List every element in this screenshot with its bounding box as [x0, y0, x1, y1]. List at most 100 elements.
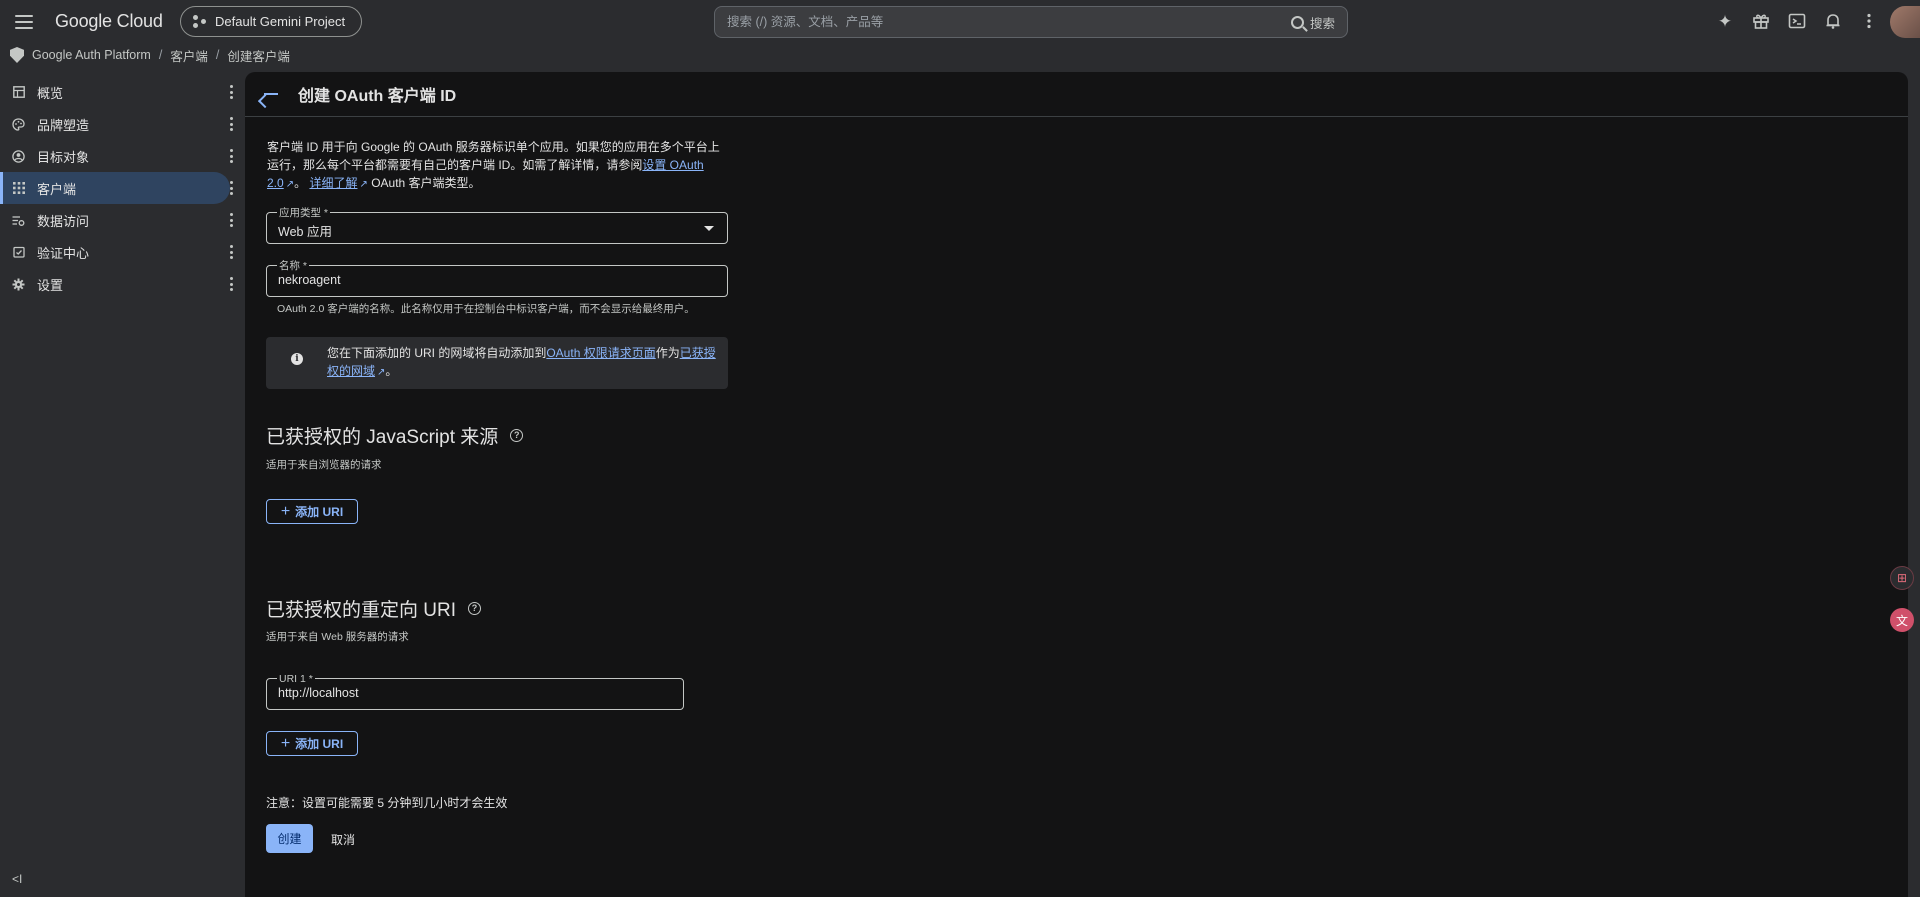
dropdown-arrow-icon — [704, 226, 714, 231]
translate-icon[interactable]: 文 — [1890, 608, 1914, 632]
breadcrumb: Google Auth Platform / 客户端 / 创建客户端 — [10, 46, 290, 64]
project-picker-button[interactable]: Default Gemini Project — [180, 6, 362, 37]
search-button[interactable]: 搜索 — [1290, 13, 1335, 32]
js-origins-title: 已获授权的 JavaScript 来源 — [266, 427, 499, 448]
search-input[interactable] — [727, 15, 1227, 29]
application-type-label: 应用类型 * — [277, 207, 331, 219]
sidebar-item-data-access[interactable]: 数据访问 — [0, 204, 245, 236]
info-text-end: 。 — [385, 364, 398, 378]
info-text: 您在下面添加的 URI 的网域将自动添加到OAuth 权限请求页面作为已获授权的… — [327, 344, 717, 382]
account-circle-icon — [12, 149, 25, 163]
intro-separator: 。 — [294, 176, 307, 190]
help-icon[interactable]: ? — [468, 602, 482, 615]
intro-tail: OAuth 客户端类型。 — [371, 176, 481, 190]
sidebar-item-more-icon[interactable] — [229, 181, 233, 195]
sidebar-item-clients[interactable]: 客户端 — [0, 172, 233, 204]
sidebar-item-label: 客户端 — [37, 181, 77, 197]
info-box: i 您在下面添加的 URI 的网域将自动添加到OAuth 权限请求页面作为已获授… — [266, 337, 728, 389]
application-type-value: Web 应用 — [278, 225, 332, 239]
more-options-icon[interactable] — [1858, 10, 1880, 32]
sidebar-item-more-icon[interactable] — [229, 117, 233, 131]
name-hint: OAuth 2.0 客户端的名称。此名称仅用于在控制台中标识客户端，而不会显示给… — [277, 303, 695, 315]
plus-icon: + — [280, 502, 291, 520]
info-text-lead: 您在下面添加的 URI 的网域将自动添加到 — [327, 346, 547, 360]
hamburger-menu-icon[interactable] — [12, 10, 36, 34]
apps-grid-icon — [12, 182, 25, 195]
top-bar: Google Cloud Default Gemini Project 搜索 ✦ — [0, 0, 1920, 44]
sidebar-item-branding[interactable]: 品牌塑造 — [0, 108, 245, 140]
info-text-mid: 作为 — [655, 346, 680, 360]
sidebar-item-more-icon[interactable] — [229, 277, 233, 291]
uri-1-field[interactable]: URI 1 * — [266, 673, 684, 710]
sidebar-item-more-icon[interactable] — [229, 85, 233, 99]
sidebar-item-label: 数据访问 — [37, 213, 90, 229]
sidebar-item-label: 目标对象 — [37, 149, 90, 165]
sidebar-item-more-icon[interactable] — [229, 245, 233, 259]
uri-1-input[interactable] — [278, 686, 678, 700]
js-origins-subtitle: 适用于来自浏览器的请求 — [266, 459, 382, 471]
account-avatar[interactable] — [1890, 6, 1920, 38]
cancel-button[interactable]: 取消 — [331, 831, 355, 848]
main-panel: 创建 OAuth 客户端 ID 客户端 ID 用于向 Google 的 OAut… — [245, 72, 1908, 897]
shield-icon — [10, 47, 24, 63]
top-icon-group: ✦ — [1714, 10, 1880, 32]
breadcrumb-item-platform[interactable]: Google Auth Platform — [32, 48, 151, 62]
application-type-select[interactable]: 应用类型 * Web 应用 — [266, 207, 728, 244]
collapse-sidebar-icon[interactable]: <I — [12, 872, 22, 886]
help-icon[interactable]: ? — [510, 429, 524, 442]
widget-add-icon[interactable]: ⊞ — [1890, 566, 1914, 590]
search-button-label: 搜索 — [1309, 16, 1335, 31]
gear-icon — [12, 278, 25, 291]
breadcrumb-item-create-client: 创建客户端 — [227, 49, 290, 64]
redirect-uris-title: 已获授权的重定向 URI — [266, 600, 457, 621]
breadcrumb-item-clients[interactable]: 客户端 — [170, 46, 208, 65]
sidebar-item-label: 验证中心 — [37, 245, 90, 261]
data-settings-icon — [12, 214, 25, 227]
name-label: 名称 * — [277, 260, 310, 272]
sidebar-item-verification-center[interactable]: 验证中心 — [0, 236, 245, 268]
breadcrumb-separator: / — [215, 48, 220, 62]
create-button[interactable]: 创建 — [266, 824, 313, 853]
project-name: Default Gemini Project — [215, 14, 346, 29]
sidebar-item-more-icon[interactable] — [229, 149, 233, 163]
oauth-consent-screen-link[interactable]: OAuth 权限请求页面 — [546, 346, 655, 360]
palette-icon — [12, 117, 25, 131]
search-bar[interactable]: 搜索 — [714, 6, 1348, 38]
project-hub-icon — [193, 14, 207, 29]
sidebar-item-audience[interactable]: 目标对象 — [0, 140, 245, 172]
back-arrow-icon[interactable] — [262, 85, 280, 103]
cloud-shell-terminal-icon[interactable] — [1786, 10, 1808, 32]
redirect-uris-heading: 已获授权的重定向 URI ? — [266, 595, 482, 622]
google-cloud-logo[interactable]: Google Cloud — [55, 11, 163, 32]
create-client-form: 客户端 ID 用于向 Google 的 OAuth 服务器标识单个应用。如果您的… — [267, 138, 737, 194]
info-icon: i — [291, 353, 303, 365]
name-input[interactable] — [278, 273, 678, 287]
name-field[interactable]: 名称 * — [266, 260, 728, 297]
search-icon — [1290, 15, 1304, 29]
verified-icon — [12, 246, 25, 259]
breadcrumb-separator: / — [158, 48, 163, 62]
propagation-note: 注意：设置可能需要 5 分钟到几小时才会生效 — [266, 796, 508, 810]
sidebar-item-label: 设置 — [37, 277, 64, 293]
uri-1-label: URI 1 * — [277, 673, 315, 685]
add-js-origin-uri-button[interactable]: + 添加 URI — [266, 499, 358, 524]
redirect-uris-subtitle: 适用于来自 Web 服务器的请求 — [266, 631, 409, 643]
learn-more-link[interactable]: 详细了解 — [309, 176, 357, 190]
sidebar-item-settings[interactable]: 设置 — [0, 268, 245, 300]
js-origins-heading: 已获授权的 JavaScript 来源 ? — [266, 422, 524, 449]
notifications-bell-icon[interactable] — [1822, 10, 1844, 32]
plus-icon: + — [280, 734, 291, 752]
sidebar-item-more-icon[interactable] — [229, 213, 233, 227]
external-link-icon: ↗ — [359, 179, 368, 190]
page-title: 创建 OAuth 客户端 ID — [298, 88, 457, 105]
external-link-icon: ↗ — [285, 179, 295, 190]
sidebar-nav: 概览 品牌塑造 目标对象 客户端 数据访问 验证中心 设置 — [0, 76, 245, 300]
gemini-sparkle-icon[interactable]: ✦ — [1714, 10, 1736, 32]
sidebar-item-label: 概览 — [37, 85, 64, 101]
sidebar-item-label: 品牌塑造 — [37, 117, 90, 133]
add-uri-label: 添加 URI — [295, 737, 344, 751]
add-redirect-uri-button[interactable]: + 添加 URI — [266, 731, 358, 756]
sidebar-item-overview[interactable]: 概览 — [0, 76, 245, 108]
gift-icon[interactable] — [1750, 10, 1772, 32]
intro-paragraph: 客户端 ID 用于向 Google 的 OAuth 服务器标识单个应用。如果您的… — [267, 138, 729, 194]
